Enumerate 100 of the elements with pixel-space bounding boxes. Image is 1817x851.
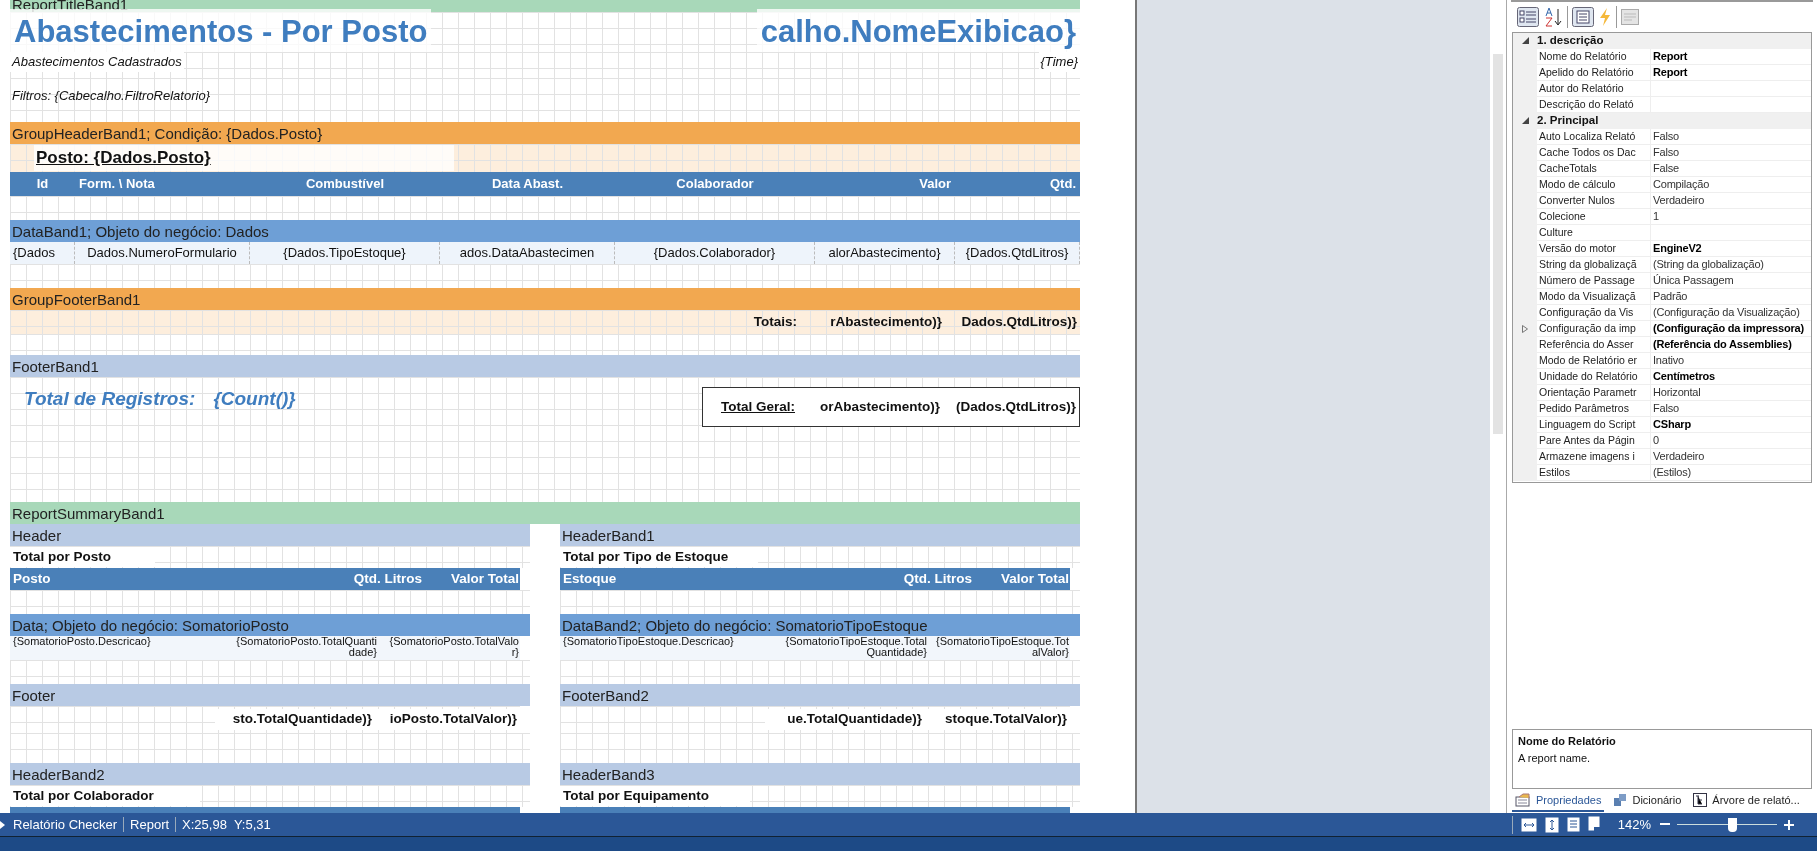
time-field: {Time}: [1038, 52, 1080, 72]
column-header: Id: [35, 175, 50, 194]
report-subtitle: Abastecimentos Cadastrados: [10, 52, 184, 72]
grand-total-label: Total Geral:: [720, 397, 796, 416]
band-header[interactable]: HeaderBand3: [560, 763, 1080, 785]
property-name: Armazene imagens i: [1537, 448, 1651, 464]
column-header: Valor Total: [1000, 569, 1070, 588]
band-header[interactable]: GroupHeaderBand1; Condição: {Dados.Posto}: [10, 122, 1080, 144]
property-name: Autor do Relatório: [1537, 80, 1651, 96]
band-header[interactable]: Data; Objeto do negócio: SomatorioPosto: [10, 614, 530, 636]
panel-tab[interactable]: Árvore de relató...: [1690, 790, 1803, 812]
property-name: Modo de Relatório er: [1537, 352, 1651, 368]
property-name: Estilos: [1537, 464, 1651, 480]
property-name: Colecione: [1537, 208, 1651, 224]
property-name: Cache Todos os Dac: [1537, 144, 1651, 160]
band-header[interactable]: Header: [10, 524, 530, 546]
column-header: Qtd.: [1049, 175, 1077, 194]
table-cell-text: {SomatorioPosto.TotalValor}: [388, 636, 520, 660]
table-cell: alorAbastecimento}: [815, 242, 955, 264]
total-expression: Dados.QtdLitros)}: [960, 312, 1078, 331]
zoom-slider[interactable]: [1677, 816, 1777, 833]
column-header: Form. \ Nota: [78, 175, 156, 194]
column-header: Posto: [12, 569, 52, 588]
table-cell: ados.DataAbastecimen: [440, 242, 615, 264]
zoom-in-button[interactable]: [1781, 819, 1797, 830]
expand-icon[interactable]: [1522, 324, 1528, 333]
band-header[interactable]: DataBand2; Objeto do negócio: SomatorioTipoEstoque: [560, 614, 1080, 636]
property-name: Descrição do Relató: [1537, 96, 1651, 112]
properties-icon[interactable]: [1572, 6, 1594, 27]
totals-label: Totais:: [752, 312, 798, 331]
total-expression: sto.TotalQuantidade)}: [215, 709, 375, 730]
section-title: Total por Colaborador: [10, 785, 200, 807]
property-name: Pedido Parâmetros: [1537, 400, 1651, 416]
property-name: Culture: [1537, 224, 1651, 240]
property-value: False: [1652, 161, 1680, 176]
categorized-icon[interactable]: [1517, 6, 1539, 27]
property-value: 1: [1652, 209, 1660, 224]
column-header: Combustível: [305, 175, 385, 194]
fit-width-icon[interactable]: [1520, 817, 1537, 832]
band-header[interactable]: DataBand1; Objeto do negócio: Dados: [10, 220, 1080, 242]
table-cell-text: {SomatorioPosto.TotalQuantidade}: [235, 636, 378, 660]
table-cell-text: {SomatorioTipoEstoque.TotalValor}: [935, 636, 1070, 660]
expand-icon[interactable]: [0, 820, 5, 829]
column-header: Valor Total: [450, 569, 520, 588]
property-name: String da globalizaçã: [1537, 256, 1651, 272]
property-name: Linguagem do Script: [1537, 416, 1651, 432]
total-expression: ue.TotalQuantidade)}: [765, 709, 925, 730]
status-text: Report: [130, 815, 170, 834]
collapse-icon[interactable]: [1521, 117, 1529, 125]
band-header[interactable]: HeaderBand2: [10, 763, 530, 785]
property-value: Report: [1652, 49, 1689, 64]
band-header[interactable]: FooterBand1: [10, 355, 1080, 377]
property-name: Orientação Parametr: [1537, 384, 1651, 400]
property-name: Auto Localiza Relató: [1537, 128, 1651, 144]
total-expression: rAbastecimento)}: [829, 312, 943, 331]
collapse-icon[interactable]: [1521, 37, 1529, 45]
table-cell: {Dados.Colaborador}: [615, 242, 815, 264]
property-name: Modo de cálculo: [1537, 176, 1651, 192]
property-value: EngineV2: [1652, 241, 1703, 256]
table-cell-text: {SomatorioPosto.Descricao}: [12, 636, 152, 649]
group-title: Posto: {Dados.Posto}: [36, 148, 211, 168]
property-name: Unidade do Relatório: [1537, 368, 1651, 384]
property-name: Versão do motor: [1537, 240, 1651, 256]
property-name: Pare Antes da Págin: [1537, 432, 1651, 448]
status-text: Relatório Checker: [13, 815, 118, 834]
property-value: Centímetros: [1652, 369, 1716, 384]
band-header[interactable]: FooterBand2: [560, 684, 1080, 706]
property-value: (Estilos): [1652, 465, 1692, 480]
band-header[interactable]: HeaderBand1: [560, 524, 1080, 546]
table-cell: {Dados.TipoEstoque}: [250, 242, 440, 264]
property-value: (String da globalização): [1652, 257, 1765, 272]
property-value: Report: [1652, 65, 1689, 80]
table-cell: Dados.NumeroFormulario: [75, 242, 250, 264]
property-value: (Referência do Assemblies): [1652, 337, 1793, 352]
properties-icon: [1515, 793, 1531, 807]
band-header[interactable]: Footer: [10, 684, 530, 706]
total-expression: ioPosto.TotalValor)}: [375, 709, 520, 730]
property-name: Configuração da Vis: [1537, 304, 1651, 320]
property-value: Única Passagem: [1652, 273, 1735, 288]
column-header: Colaborador: [675, 175, 755, 194]
count-expression: {Count()}: [213, 387, 296, 411]
band-header[interactable]: GroupFooterBand1: [10, 288, 1080, 310]
column-header: Qtd. Litros: [902, 569, 973, 588]
property-value: Compilação: [1652, 177, 1711, 192]
property-name: CacheTotals: [1537, 160, 1651, 176]
fit-height-icon[interactable]: [1544, 816, 1559, 833]
description-text: A report name.: [1518, 750, 1591, 766]
zoom-out-button[interactable]: [1657, 823, 1673, 826]
section-title: Total por Posto: [10, 546, 155, 568]
property-value: CSharp: [1652, 417, 1692, 432]
property-name: Número de Passage: [1537, 272, 1651, 288]
property-value: Verdadeiro: [1652, 449, 1706, 464]
page-icon[interactable]: [1566, 817, 1580, 832]
panel-tab[interactable]: Dicionário: [1610, 790, 1685, 812]
band-header[interactable]: ReportSummaryBand1: [10, 502, 1080, 524]
property-value: Inativo: [1652, 353, 1685, 368]
property-name: Configuração da imp: [1537, 320, 1651, 336]
total-expression: stoque.TotalValor)}: [925, 709, 1070, 730]
tree-icon: [1693, 793, 1708, 807]
sort-icon[interactable]: [1543, 6, 1563, 27]
